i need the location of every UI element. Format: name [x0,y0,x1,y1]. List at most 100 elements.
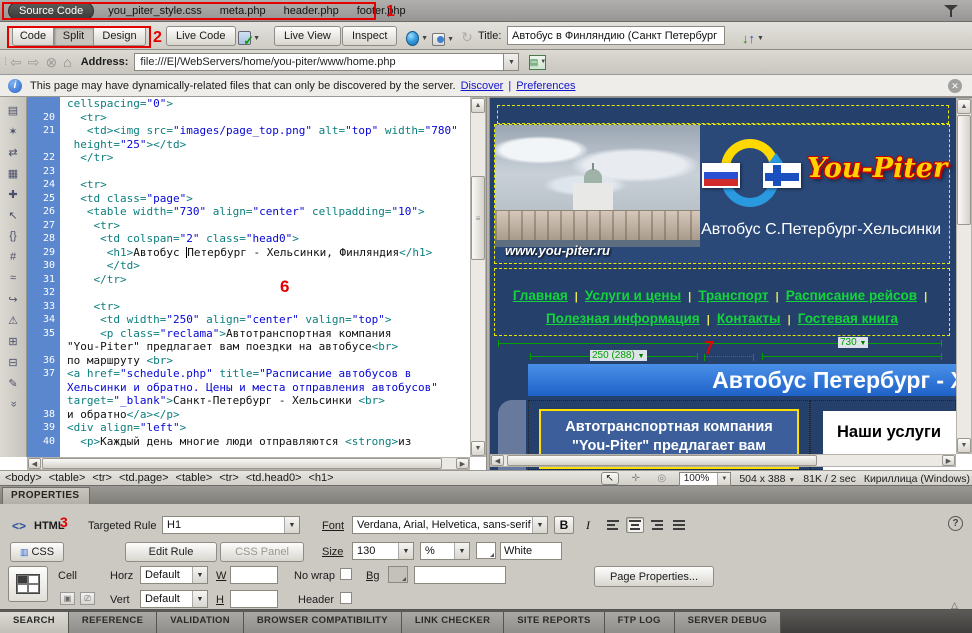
nav-link[interactable]: Контакты [717,311,781,326]
code-line[interactable]: 22 </tr> [27,151,470,165]
scroll-left-icon[interactable]: ◀ [491,455,504,466]
results-tab-ftp-log[interactable]: FTP LOG [605,612,675,633]
preview-in-browser-icon[interactable]: ▼ [406,28,428,48]
design-horizontal-scrollbar[interactable]: ◀ ▶ [490,454,956,467]
check-browser-compatibility-icon[interactable]: ✓▼ [238,28,260,48]
code-horizontal-scrollbar[interactable]: ◀ ▶ [27,457,470,470]
code-line[interactable]: 23 [27,165,470,179]
tag-selector-item[interactable]: <tr> [219,472,239,484]
width-field[interactable] [230,566,278,584]
get-put-file-icon[interactable]: ↓↑▼ [736,28,770,48]
italic-button[interactable]: I [578,516,598,534]
css-mode-button[interactable]: ▥CSS [10,542,64,562]
related-file-tab[interactable]: meta.php [220,5,266,17]
code-line[interactable]: 21 <td><img src="images/page_top.png" al… [27,124,470,138]
live-code-button[interactable]: Live Code [166,26,236,46]
code-line[interactable]: 36по маршруту <br> [27,354,470,368]
nav-link[interactable]: Полезная информация [546,311,700,326]
design-vertical-scrollbar[interactable]: ▲ ▼ [956,98,972,454]
nav-link[interactable]: Гостевая книга [798,311,898,326]
align-justify-icon[interactable] [670,517,688,533]
code-line[interactable]: 33 <tr> [27,300,470,314]
merge-cells-icon[interactable]: ▣ [60,592,75,605]
page-properties-button[interactable]: Page Properties... [594,566,714,587]
code-line[interactable]: 28 <td colspan="2" class="head0"> [27,232,470,246]
code-line[interactable]: 29 <h1>Автобус Петербург - Хельсинки, Фи… [27,246,470,260]
apply-comment-icon[interactable]: ⊞ [3,332,24,350]
back-icon[interactable]: ⇦ [10,54,22,71]
preferences-link[interactable]: Preferences [516,80,575,92]
font-dropdown[interactable]: Verdana, Arial, Helvetica, sans-serif▼ [352,516,548,534]
properties-tab[interactable]: PROPERTIES [2,487,90,504]
code-line[interactable]: "You-Piter" предлагает вам поездки на ав… [27,340,470,354]
hand-tool-icon[interactable]: ✛ [627,472,645,485]
page-heading-bar[interactable]: Автобус Петербург - Хельсинки [528,364,972,396]
window-size-dropdown[interactable]: 504 x 388 ▼ [739,473,795,485]
stop-icon[interactable]: ⊗ [46,54,58,71]
results-tab-browser-compatibility[interactable]: BROWSER COMPATIBILITY [244,612,402,633]
header-checkbox[interactable] [340,592,352,604]
scroll-down-icon[interactable]: ▼ [471,441,485,456]
results-tab-site-reports[interactable]: SITE REPORTS [504,612,604,633]
show-code-navigator-icon[interactable]: ✶ [3,122,24,140]
code-line[interactable]: 38и обратно</a></p> [27,408,470,422]
design-hscroll-thumb[interactable] [507,455,817,466]
line-numbers-icon[interactable]: # [3,248,24,266]
visual-aids-icon[interactable]: ▼ [432,29,454,49]
refresh-design-view-icon[interactable]: ↻ [456,27,478,47]
code-line[interactable]: 20 <tr> [27,111,470,125]
address-dropdown-icon[interactable]: ▼ [504,53,519,71]
size-dropdown[interactable]: 130▼ [352,542,414,560]
related-file-tab[interactable]: footer.php [357,5,406,17]
nav-link[interactable]: Услуги и цены [585,288,681,303]
code-line[interactable]: cellspacing="0"> [27,97,470,111]
column-width-label-250[interactable]: 250 (288) ▼ [590,350,647,361]
code-line[interactable]: height="25"></td> [27,138,470,152]
code-line[interactable]: target="_blank">Санкт-Петербург - Хельси… [27,394,470,408]
tag-selector-item[interactable]: <table> [176,472,213,484]
edit-rule-button[interactable]: Edit Rule [125,542,217,562]
nav-link[interactable]: Главная [513,288,568,303]
code-line[interactable]: 40 <p>Каждый день многие люди отправляют… [27,435,470,449]
expand-all-icon[interactable]: ✚ [3,185,24,203]
split-cell-icon[interactable]: ⎚ [80,592,95,605]
horz-dropdown[interactable]: Default▼ [140,566,208,584]
select-tool-icon[interactable]: ↖ [601,472,619,485]
scroll-left-icon[interactable]: ◀ [28,458,41,469]
code-hscroll-thumb[interactable] [42,458,442,469]
home-icon[interactable]: ⌂ [63,54,71,70]
code-line[interactable]: 35 <p class="reclama">Автотранспортная к… [27,327,470,341]
results-tab-server-debug[interactable]: SERVER DEBUG [675,612,781,633]
height-field[interactable] [230,590,278,608]
targeted-rule-dropdown[interactable]: H1▼ [162,516,300,534]
results-tab-link-checker[interactable]: LINK CHECKER [402,612,504,633]
forward-icon[interactable]: ⇨ [28,54,40,71]
scroll-right-icon[interactable]: ▶ [456,458,469,469]
tag-selector-item[interactable]: <h1> [309,472,334,484]
design-view-pane[interactable]: You-Piter Автобус С.Петербург-Хельсинки … [490,97,972,470]
results-tab-search[interactable]: SEARCH [0,612,69,633]
code-line[interactable]: 27 <tr> [27,219,470,233]
tag-selector-item[interactable]: <tr> [92,472,112,484]
discover-link[interactable]: Discover [461,80,504,92]
related-file-tab[interactable]: you_piter_style.css [108,5,202,17]
tag-selector-item[interactable]: <td.head0> [246,472,302,484]
syntax-error-alerts-icon[interactable]: ⚠ [3,311,24,329]
scroll-up-icon[interactable]: ▲ [471,98,485,113]
split-view-button[interactable]: Split [54,26,94,46]
tag-selector-item[interactable]: <table> [49,472,86,484]
code-line[interactable]: Хельсинки и обратно. Цены и места отправ… [27,381,470,395]
live-view-button[interactable]: Live View [274,26,341,46]
nav-link[interactable]: Транспорт [698,288,768,303]
address-input[interactable]: file:///E|/WebServers/home/you-piter/www… [134,53,504,71]
view-options-icon[interactable]: ▤▼ [529,55,546,70]
filter-related-files-icon[interactable] [944,5,958,17]
highlight-invalid-code-icon[interactable]: ≈ [3,269,24,287]
zoom-tool-icon[interactable]: ◎ [653,472,671,485]
align-left-icon[interactable] [604,517,622,533]
vert-dropdown[interactable]: Default▼ [140,590,208,608]
css-panel-button[interactable]: CSS Panel [220,542,304,562]
wrap-lines-icon[interactable]: ↪ [3,290,24,308]
design-view-button[interactable]: Design [94,26,146,46]
column-width-bar-2[interactable] [762,356,942,357]
